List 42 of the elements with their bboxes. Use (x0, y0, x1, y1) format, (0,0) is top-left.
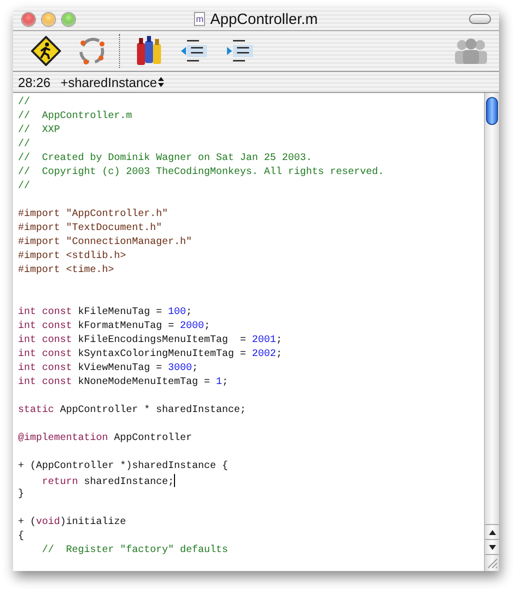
code-line: #import "ConnectionManager.h" (18, 236, 192, 250)
code-line: int const kNoneModeMenuItemTag = 1; (18, 376, 228, 390)
toolbar-toggle-button[interactable] (469, 14, 491, 24)
code-line: { (18, 530, 24, 544)
code-line: #import <stdlib.h> (18, 250, 126, 264)
code-line: } (18, 488, 24, 502)
minimize-button[interactable] (42, 12, 55, 26)
code-line: @implementation AppController (18, 432, 192, 446)
code-line: // Copyright (c) 2003 TheCodingMonkeys. All rights reserved. (18, 166, 384, 180)
code-line: // XXP (18, 124, 60, 138)
zoom-button[interactable] (62, 12, 75, 26)
code-line: // (18, 96, 30, 110)
code-line: + (void)initialize (18, 516, 126, 530)
up-arrow-icon (488, 530, 496, 534)
code-line: return sharedInstance; (18, 474, 176, 488)
code-line: int const kSyntaxColoringMenuItemTag = 2002; (18, 348, 282, 362)
code-line: #import "AppController.h" (18, 208, 168, 222)
code-line: #import <time.h> (18, 264, 114, 278)
code-line: int const kFileEncodingsMenuItemTag = 2001; (18, 334, 282, 348)
scroll-thumb[interactable] (486, 97, 498, 125)
scroll-down-button[interactable] (485, 539, 499, 554)
code-line: // (18, 180, 30, 194)
code-line: // AppController.m (18, 110, 132, 124)
code-line: #import "TextDocument.h" (18, 222, 162, 236)
symbol-popup[interactable]: +sharedInstance (60, 74, 164, 90)
code-line: int const kFormatMenuTag = 2000; (18, 320, 210, 334)
resize-handle[interactable] (485, 554, 499, 571)
code-line: int const kViewMenuTag = 3000; (18, 362, 198, 376)
code-line: static AppController * sharedInstance; (18, 404, 246, 418)
code-line: // Register "factory" defaults (41, 544, 228, 558)
cursor-position: 28:26 (18, 74, 51, 90)
document-icon: m (194, 12, 206, 26)
code-line: // (18, 138, 30, 152)
down-arrow-icon (488, 544, 496, 550)
code-line: int const kFileMenuTag = 100; (18, 306, 192, 320)
code-line: // Created by Dominik Wagner on Sat Jan 25 2003. (18, 152, 312, 166)
vertical-scrollbar[interactable] (484, 93, 499, 571)
close-button[interactable] (22, 12, 35, 26)
window-title: AppController.m (210, 10, 318, 28)
scroll-up-button[interactable] (485, 524, 499, 539)
up-down-arrows-icon (158, 77, 164, 87)
code-line: + (AppController *)sharedInstance { (18, 460, 228, 474)
